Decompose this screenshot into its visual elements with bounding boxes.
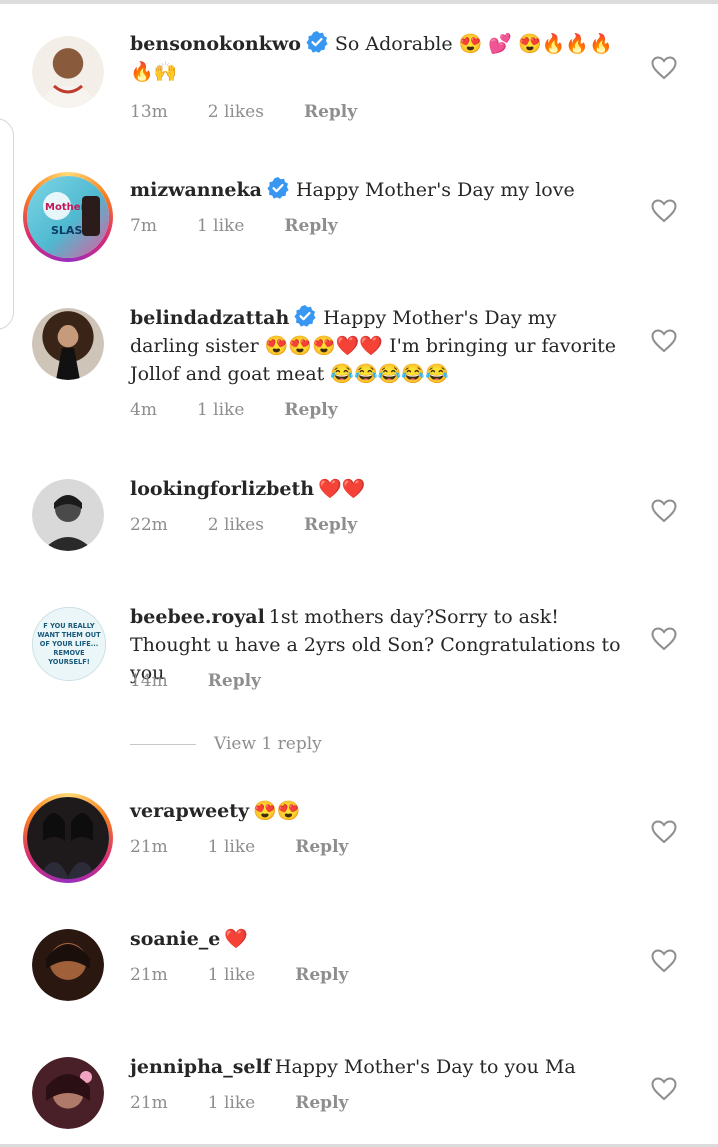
avatar[interactable] <box>32 36 104 108</box>
like-heart-icon[interactable] <box>651 199 677 223</box>
avatar[interactable] <box>32 1057 104 1129</box>
comment-time: 21m <box>130 1093 168 1113</box>
reply-button[interactable]: Reply <box>295 837 348 857</box>
comment-body: belindadzattah Happy Mother's Day my darl… <box>130 304 630 388</box>
svg-text:Mother: Mother <box>45 202 86 213</box>
reply-button[interactable]: Reply <box>295 1093 348 1113</box>
svg-text:F YOU REALLY: F YOU REALLY <box>43 622 95 630</box>
comment-body: bensonokonkwo So Adorable 😍 💕 😍🔥🔥🔥🔥🙌 <box>130 30 630 86</box>
side-drawer-edge[interactable] <box>0 118 14 330</box>
comment-text: Happy Mother's Day to you Ma <box>274 1056 576 1078</box>
svg-text:YOURSELF!: YOURSELF! <box>47 658 90 666</box>
username[interactable]: verapweety <box>130 800 249 822</box>
svg-text:REMOVE: REMOVE <box>53 649 85 657</box>
like-heart-icon[interactable] <box>651 329 677 353</box>
like-heart-icon[interactable] <box>651 56 677 80</box>
likes-count[interactable]: 1 like <box>197 400 244 420</box>
avatar[interactable] <box>32 308 104 380</box>
comment-meta: 14m Reply <box>130 671 301 691</box>
comment-meta: 7m 1 like Reply <box>130 216 378 236</box>
svg-text:WANT THEM OUT: WANT THEM OUT <box>37 631 101 639</box>
comment-meta: 21m 1 like Reply <box>130 837 388 857</box>
comment-time: 13m <box>130 102 168 122</box>
comment-text: Happy Mother's Day my love <box>295 179 575 201</box>
username[interactable]: belindadzattah <box>130 307 289 329</box>
comment-time: 22m <box>130 515 168 535</box>
reply-button[interactable]: Reply <box>208 671 261 691</box>
avatar[interactable]: F YOU REALLY WANT THEM OUT OF YOUR LIFE.… <box>32 607 106 681</box>
avatar[interactable] <box>32 479 104 551</box>
view-replies-button[interactable]: View 1 reply <box>130 734 322 754</box>
comment-meta: 21m 1 like Reply <box>130 1093 388 1113</box>
comment-text: ❤️ <box>224 928 249 950</box>
comment-body: mizwanneka Happy Mother's Day my love <box>130 176 630 204</box>
view-replies-line <box>130 744 196 745</box>
comment-meta: 21m 1 like Reply <box>130 965 388 985</box>
like-heart-icon[interactable] <box>651 627 677 651</box>
likes-count[interactable]: 1 like <box>208 837 255 857</box>
likes-count[interactable]: 1 like <box>197 216 244 236</box>
like-heart-icon[interactable] <box>651 949 677 973</box>
comment-body: lookingforlizbeth ❤️❤️ <box>130 475 630 503</box>
reply-button[interactable]: Reply <box>304 102 357 122</box>
comment-meta: 13m 2 likes Reply <box>130 102 397 122</box>
top-divider <box>0 0 718 4</box>
comment-text: ❤️❤️ <box>318 478 366 500</box>
comment-meta: 4m 1 like Reply <box>130 400 378 420</box>
comment-time: 4m <box>130 400 157 420</box>
username[interactable]: beebee.royal <box>130 606 265 628</box>
username[interactable]: soanie_e <box>130 928 220 950</box>
comment-time: 7m <box>130 216 157 236</box>
likes-count[interactable]: 1 like <box>208 1093 255 1113</box>
username[interactable]: mizwanneka <box>130 179 262 201</box>
comment-body: jennipha_self Happy Mother's Day to you M… <box>130 1053 630 1081</box>
comment-time: 14m <box>130 671 168 691</box>
avatar[interactable]: Mother SLASH <box>23 172 113 262</box>
likes-count[interactable]: 2 likes <box>208 102 264 122</box>
comment-meta: 22m 2 likes Reply <box>130 515 397 535</box>
reply-button[interactable]: Reply <box>295 965 348 985</box>
comment-body: soanie_e ❤️ <box>130 925 630 953</box>
like-heart-icon[interactable] <box>651 1077 677 1101</box>
reply-button[interactable]: Reply <box>284 216 337 236</box>
avatar[interactable] <box>23 793 113 883</box>
likes-count[interactable]: 1 like <box>208 965 255 985</box>
reply-button[interactable]: Reply <box>304 515 357 535</box>
verified-badge-icon <box>306 31 328 53</box>
username[interactable]: lookingforlizbeth <box>130 478 314 500</box>
svg-text:OF YOUR LIFE...: OF YOUR LIFE... <box>40 640 98 648</box>
comment-time: 21m <box>130 837 168 857</box>
likes-count[interactable]: 2 likes <box>208 515 264 535</box>
comment-body: verapweety 😍😍 <box>130 797 630 825</box>
comment-text: 😍😍 <box>253 800 301 822</box>
view-replies-label: View 1 reply <box>214 734 322 754</box>
like-heart-icon[interactable] <box>651 499 677 523</box>
username[interactable]: jennipha_self <box>130 1056 271 1078</box>
reply-button[interactable]: Reply <box>284 400 337 420</box>
verified-badge-icon <box>294 305 316 327</box>
avatar[interactable] <box>32 929 104 1001</box>
like-heart-icon[interactable] <box>651 820 677 844</box>
verified-badge-icon <box>267 177 289 199</box>
username[interactable]: bensonokonkwo <box>130 33 301 55</box>
comment-time: 21m <box>130 965 168 985</box>
